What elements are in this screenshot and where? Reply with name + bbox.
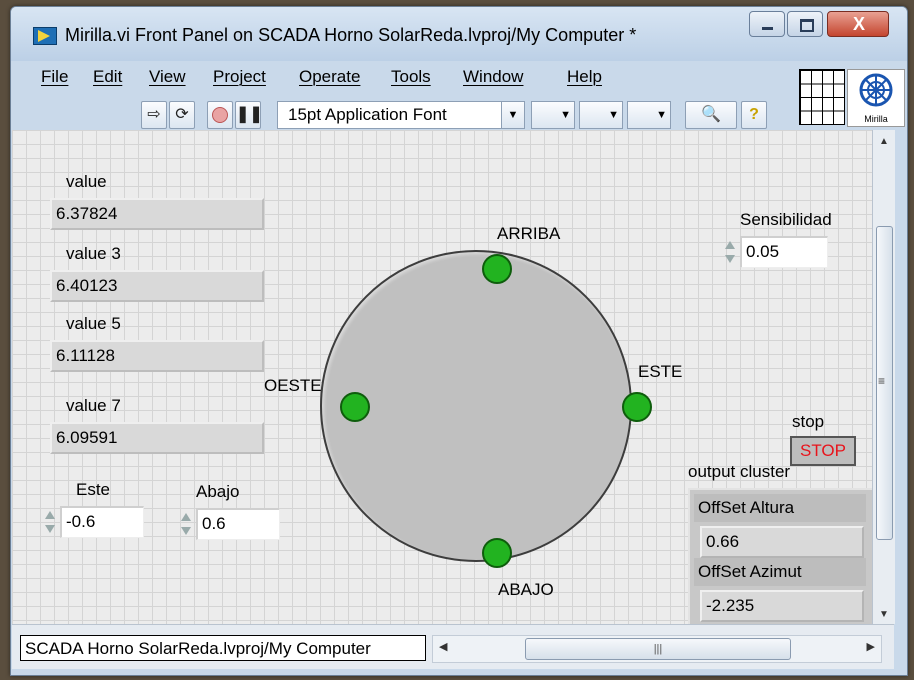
output-cluster-label: output cluster: [688, 462, 791, 481]
title-bar[interactable]: Mirilla.vi Front Panel on SCADA Horno So…: [11, 7, 907, 61]
decrement-arrow-icon[interactable]: [45, 525, 55, 533]
arriba-led: [482, 254, 512, 284]
increment-arrow-icon[interactable]: [45, 511, 55, 519]
vertical-scrollbar[interactable]: ▲ ≡ ▼: [872, 130, 895, 624]
sensibilidad-label: Sensibilidad: [740, 210, 832, 229]
este-control[interactable]: -0.6: [42, 506, 146, 538]
crosshair-icon: [859, 73, 893, 107]
labview-app-icon: [33, 27, 57, 45]
scroll-right-icon[interactable]: ▶: [867, 640, 875, 653]
scroll-left-icon[interactable]: ◀: [439, 640, 447, 653]
chevron-down-icon[interactable]: ▼: [501, 102, 524, 128]
horizontal-scrollbar[interactable]: ◀ ||| ▶: [432, 635, 882, 663]
abajo-spinner[interactable]: [178, 510, 194, 540]
font-select-value: 15pt Application Font: [288, 105, 447, 124]
increment-arrow-icon[interactable]: [725, 241, 735, 249]
distribute-icon[interactable]: ▼: [579, 101, 623, 129]
pause-icon[interactable]: ❚❚: [235, 101, 263, 129]
grip-icon: ≡: [878, 374, 886, 388]
menu-window[interactable]: Window: [463, 67, 523, 87]
vi-icon[interactable]: Mirilla: [847, 69, 905, 127]
minimize-button[interactable]: [749, 11, 785, 37]
menu-help[interactable]: Help: [567, 67, 602, 87]
toolbar: ⇨ ⟳ ❚❚ 15pt Application Font ▼ ▼ ▼ ▼ 🔍 ?: [21, 97, 795, 133]
hscroll-thumb[interactable]: |||: [525, 638, 791, 660]
window-title: Mirilla.vi Front Panel on SCADA Horno So…: [65, 25, 637, 45]
value-5-label: value 5: [66, 314, 121, 333]
decrement-arrow-icon[interactable]: [725, 255, 735, 263]
close-icon: X: [852, 14, 865, 34]
abajo-input[interactable]: 0.6: [196, 508, 280, 540]
sensibilidad-control[interactable]: 0.05: [722, 236, 828, 268]
search-icon[interactable]: 🔍: [685, 101, 737, 129]
help-icon[interactable]: ?: [741, 101, 767, 129]
decrement-arrow-icon[interactable]: [181, 527, 191, 535]
offset-azimut-indicator: -2.235: [700, 590, 864, 622]
value-7-label: value 7: [66, 396, 121, 415]
offset-altura-label: OffSet Altura: [694, 494, 866, 522]
vi-icon-label: Mirilla: [864, 114, 888, 124]
stop-button[interactable]: STOP: [790, 436, 856, 466]
este-led: [622, 392, 652, 422]
sensibilidad-input[interactable]: 0.05: [740, 236, 828, 268]
output-cluster: OffSet Altura 0.66 OffSet Azimut -2.235: [688, 488, 874, 628]
este-label: Este: [76, 480, 111, 499]
value-3-label: value 3: [66, 244, 121, 263]
run-arrow-icon[interactable]: ⇨: [141, 101, 167, 129]
value-3-indicator: 6.40123: [50, 270, 264, 302]
menu-operate[interactable]: Operate: [299, 67, 360, 87]
menu-tools[interactable]: Tools: [391, 67, 431, 87]
abajo-dial-label: ABAJO: [498, 580, 554, 599]
value-label: value: [66, 172, 107, 191]
project-path[interactable]: SCADA Horno SolarReda.lvproj/My Computer: [20, 635, 426, 661]
value-5-indicator: 6.11128: [50, 340, 264, 372]
value-7-indicator: 6.09591: [50, 422, 264, 454]
close-button[interactable]: X: [827, 11, 889, 37]
font-select[interactable]: 15pt Application Font ▼: [277, 101, 525, 129]
abajo-led: [482, 538, 512, 568]
menu-file[interactable]: File: [41, 67, 68, 87]
offset-azimut-label: OffSet Azimut: [694, 558, 866, 586]
sensibilidad-spinner[interactable]: [722, 238, 738, 268]
arriba-label: ARRIBA: [497, 224, 561, 243]
resize-icon[interactable]: ▼: [627, 101, 671, 129]
menu-edit[interactable]: Edit: [93, 67, 122, 87]
run-continuous-icon[interactable]: ⟳: [169, 101, 195, 129]
menu-project[interactable]: Project: [213, 67, 266, 87]
oeste-label: OESTE: [264, 376, 322, 395]
offset-altura-indicator: 0.66: [700, 526, 864, 558]
maximize-button[interactable]: [787, 11, 823, 37]
este-spinner[interactable]: [42, 508, 58, 538]
scroll-down-icon[interactable]: ▼: [873, 609, 895, 620]
menu-bar: File Edit View Project Operate Tools Win…: [23, 61, 783, 93]
este-input[interactable]: -0.6: [60, 506, 144, 538]
scroll-up-icon[interactable]: ▲: [873, 136, 895, 147]
stop-label: stop: [792, 412, 825, 431]
abort-icon[interactable]: [207, 101, 233, 129]
status-bar: SCADA Horno SolarReda.lvproj/My Computer…: [12, 624, 894, 669]
menu-view[interactable]: View: [149, 67, 186, 87]
value-indicator: 6.37824: [50, 198, 264, 230]
increment-arrow-icon[interactable]: [181, 513, 191, 521]
align-icon[interactable]: ▼: [531, 101, 575, 129]
oeste-led: [340, 392, 370, 422]
abajo-label: Abajo: [196, 482, 240, 501]
este-dial-label: ESTE: [638, 362, 683, 381]
connector-pane-icon[interactable]: [799, 69, 845, 125]
abajo-control[interactable]: 0.6: [178, 508, 282, 540]
